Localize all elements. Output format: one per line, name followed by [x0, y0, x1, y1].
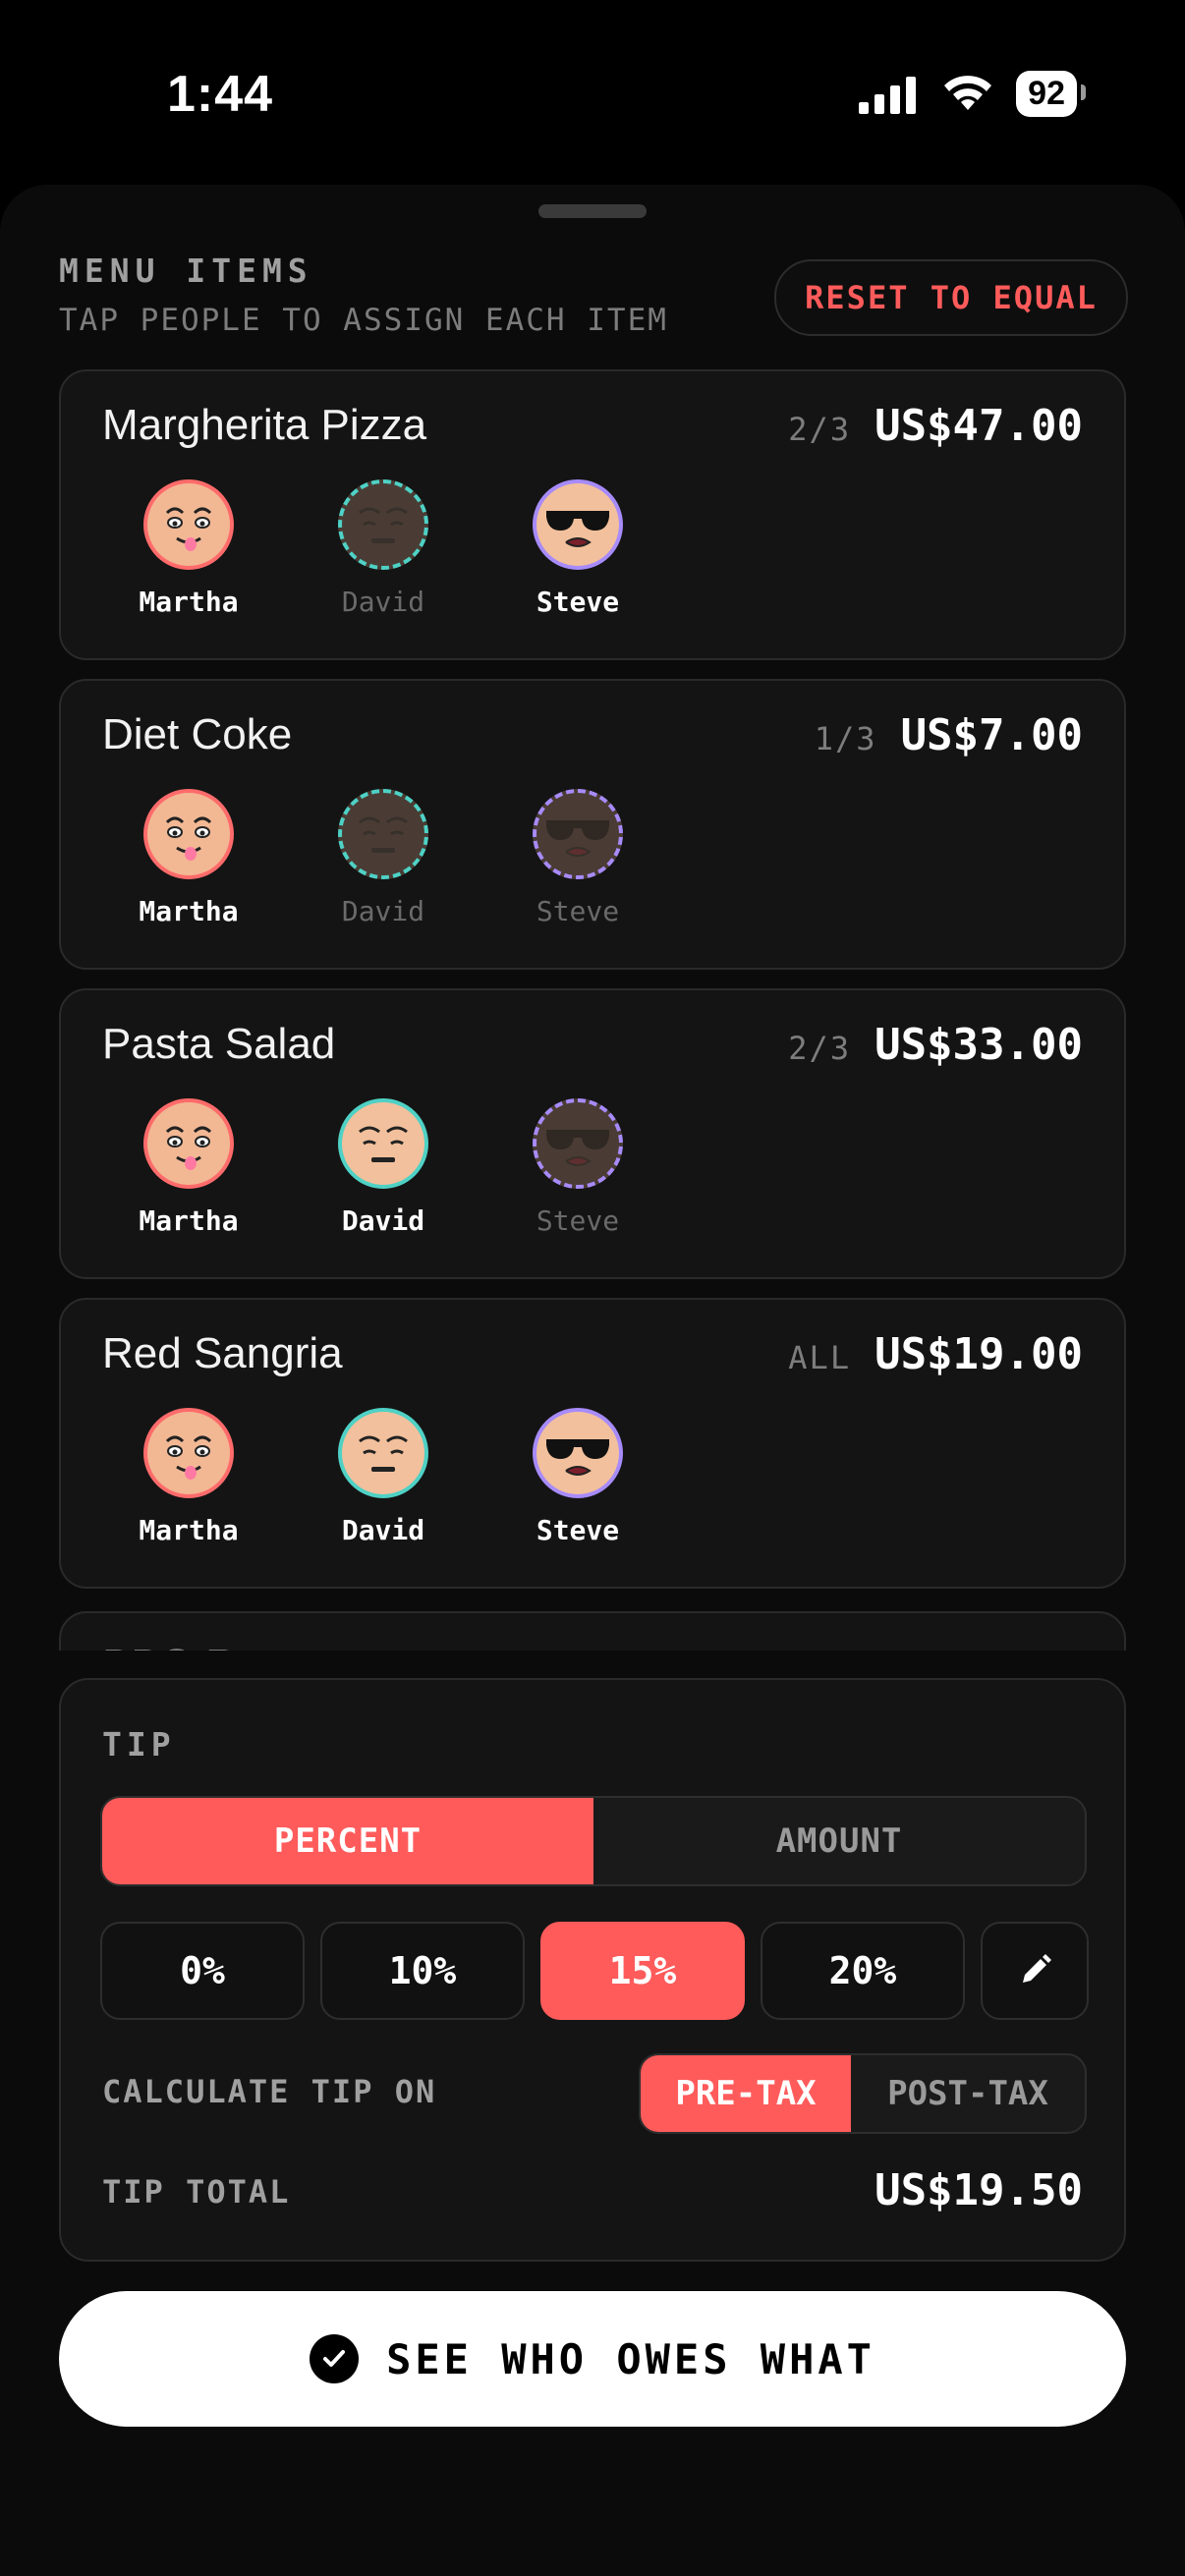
person-name: Steve	[536, 895, 620, 927]
avatar-david	[338, 789, 428, 879]
person-toggle-martha[interactable]: Martha	[116, 1098, 261, 1237]
person-toggle-steve[interactable]: Steve	[505, 1098, 650, 1237]
item-meta: 1/3 US$7.00	[815, 710, 1083, 760]
item-people: Martha David Steve	[116, 789, 650, 927]
tip-mode-amount[interactable]: AMOUNT	[593, 1798, 1085, 1884]
tip-preset-20[interactable]: 20%	[761, 1922, 965, 2020]
item-price: US$7.00	[900, 710, 1083, 760]
avatar-david	[338, 1098, 428, 1189]
tip-presets: 0% 10% 15% 20%	[100, 1922, 1089, 2020]
status-time: 1:44	[167, 66, 274, 123]
person-toggle-david[interactable]: David	[310, 789, 456, 927]
avatar-steve	[533, 1098, 623, 1189]
reset-to-equal-button[interactable]: RESET TO EQUAL	[774, 259, 1128, 336]
person-toggle-david[interactable]: David	[310, 1408, 456, 1546]
person-toggle-steve[interactable]: Steve	[505, 789, 650, 927]
person-name: Martha	[139, 1204, 239, 1237]
avatar-david	[338, 479, 428, 570]
wifi-icon	[944, 75, 992, 110]
tip-preset-15[interactable]: 15%	[540, 1922, 745, 2020]
tip-total-value: US$19.50	[875, 2165, 1083, 2215]
menu-item-card-partial[interactable]: BBQ R	[59, 1611, 1126, 1651]
person-name: David	[341, 586, 425, 618]
avatar-steve	[533, 789, 623, 879]
avatar-steve	[533, 479, 623, 570]
item-share-count: 1/3	[814, 720, 877, 757]
sheet-grabber[interactable]	[538, 204, 647, 218]
person-name: Martha	[139, 1514, 239, 1546]
person-name: David	[341, 1514, 425, 1546]
person-toggle-steve[interactable]: Steve	[505, 479, 650, 618]
item-meta: ALL US$19.00	[788, 1329, 1083, 1379]
person-name: Martha	[139, 895, 239, 927]
battery-indicator: 92	[1016, 71, 1086, 117]
menu-item-card[interactable]: Pasta Salad 2/3 US$33.00 Martha David Steve	[59, 988, 1126, 1279]
person-toggle-martha[interactable]: Martha	[116, 1408, 261, 1546]
person-toggle-steve[interactable]: Steve	[505, 1408, 650, 1546]
item-name: BBQ R	[102, 1641, 237, 1651]
cta-label: SEE WHO OWES WHAT	[386, 2334, 875, 2383]
item-people: Martha David Steve	[116, 479, 650, 618]
person-name: Steve	[536, 1514, 620, 1546]
avatar-martha	[143, 1098, 234, 1189]
item-price: US$47.00	[875, 401, 1083, 451]
person-name: Martha	[139, 586, 239, 618]
tip-total-label: TIP TOTAL	[102, 2173, 291, 2211]
item-name: Red Sangria	[102, 1329, 343, 1377]
section-subtitle: TAP PEOPLE TO ASSIGN EACH ITEM	[59, 303, 668, 338]
tip-panel: TIP PERCENT AMOUNT 0% 10% 15% 20% CALCUL…	[59, 1678, 1126, 2262]
item-price: US$19.00	[875, 1329, 1083, 1379]
tip-mode-percent[interactable]: PERCENT	[102, 1798, 593, 1884]
avatar-martha	[143, 479, 234, 570]
menu-items-list[interactable]: Margherita Pizza 2/3 US$47.00 Martha David St…	[0, 364, 1185, 1651]
item-meta: 2/3 US$33.00	[788, 1020, 1083, 1070]
menu-item-card[interactable]: Red Sangria ALL US$19.00 Martha David Steve	[59, 1298, 1126, 1589]
tip-title: TIP	[102, 1725, 176, 1764]
item-share-count: 2/3	[788, 1030, 852, 1067]
pre-tax-option[interactable]: PRE-TAX	[641, 2055, 851, 2132]
check-circle-icon	[310, 2334, 360, 2383]
item-name: Diet Coke	[102, 710, 293, 758]
person-toggle-david[interactable]: David	[310, 479, 456, 618]
item-share-count: ALL	[788, 1339, 852, 1376]
tip-preset-0[interactable]: 0%	[100, 1922, 305, 2020]
section-title: MENU ITEMS	[59, 252, 313, 290]
pencil-icon	[1023, 1954, 1051, 1983]
calculate-tip-label: CALCULATE TIP ON	[102, 2073, 437, 2110]
item-price: US$33.00	[875, 1020, 1083, 1070]
status-indicators: 92	[859, 71, 1086, 117]
item-people: Martha David Steve	[116, 1098, 650, 1237]
person-toggle-david[interactable]: David	[310, 1098, 456, 1237]
item-share-count: 2/3	[788, 411, 852, 448]
item-name: Margherita Pizza	[102, 401, 427, 449]
menu-item-card[interactable]: Diet Coke 1/3 US$7.00 Martha David Steve	[59, 679, 1126, 970]
item-people: Martha David Steve	[116, 1408, 650, 1546]
person-name: Steve	[536, 1204, 620, 1237]
signal-icon	[859, 76, 917, 114]
avatar-steve	[533, 1408, 623, 1498]
menu-item-card[interactable]: Margherita Pizza 2/3 US$47.00 Martha David St…	[59, 369, 1126, 660]
post-tax-option[interactable]: POST-TAX	[851, 2055, 1085, 2132]
avatar-david	[338, 1408, 428, 1498]
avatar-martha	[143, 1408, 234, 1498]
avatar-martha	[143, 789, 234, 879]
item-meta: 2/3 US$47.00	[788, 401, 1083, 451]
tax-basis-toggle: PRE-TAX POST-TAX	[639, 2053, 1087, 2134]
person-name: David	[341, 1204, 425, 1237]
person-name: Steve	[536, 586, 620, 618]
tip-mode-toggle: PERCENT AMOUNT	[100, 1796, 1087, 1886]
tip-preset-10[interactable]: 10%	[320, 1922, 525, 2020]
person-toggle-martha[interactable]: Martha	[116, 789, 261, 927]
see-who-owes-button[interactable]: SEE WHO OWES WHAT	[59, 2291, 1126, 2427]
person-name: David	[341, 895, 425, 927]
person-toggle-martha[interactable]: Martha	[116, 479, 261, 618]
custom-tip-button[interactable]	[981, 1922, 1089, 2020]
item-name: Pasta Salad	[102, 1020, 336, 1068]
